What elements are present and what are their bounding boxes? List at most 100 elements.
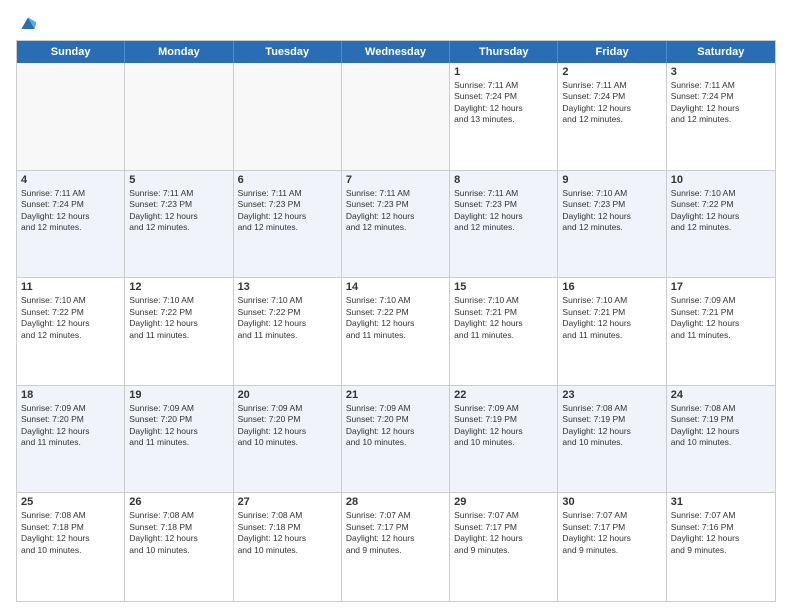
logo-icon: [18, 14, 38, 34]
calendar-cell-day-10: 10 Sunrise: 7:10 AM Sunset: 7:22 PM Dayli…: [667, 171, 775, 278]
cell-day-info: Sunrise: 7:09 AM Sunset: 7:21 PM Dayligh…: [671, 295, 771, 341]
calendar-cell-empty: [125, 63, 233, 170]
cell-day-number: 23: [562, 389, 661, 401]
day-header-saturday: Saturday: [667, 41, 775, 63]
cell-day-number: 17: [671, 281, 771, 293]
page: SundayMondayTuesdayWednesdayThursdayFrid…: [0, 0, 792, 612]
calendar-week-2: 4Sunrise: 7:11 AM Sunset: 7:24 PM Daylig…: [17, 171, 775, 279]
calendar-cell-day-20: 20 Sunrise: 7:09 AM Sunset: 7:20 PM Dayli…: [234, 386, 342, 493]
day-header-tuesday: Tuesday: [234, 41, 342, 63]
cell-day-number: 27: [238, 496, 337, 508]
calendar-week-4: 18 Sunrise: 7:09 AM Sunset: 7:20 PM Dayli…: [17, 386, 775, 494]
cell-day-info: Sunrise: 7:10 AM Sunset: 7:22 PM Dayligh…: [346, 295, 445, 341]
calendar-cell-day-13: 13 Sunrise: 7:10 AM Sunset: 7:22 PM Dayli…: [234, 278, 342, 385]
cell-day-number: 26: [129, 496, 228, 508]
calendar-cell-day-11: 11Sunrise: 7:10 AM Sunset: 7:22 PM Dayli…: [17, 278, 125, 385]
calendar-cell-day-19: 19 Sunrise: 7:09 AM Sunset: 7:20 PM Dayli…: [125, 386, 233, 493]
calendar-cell-day-18: 18 Sunrise: 7:09 AM Sunset: 7:20 PM Dayli…: [17, 386, 125, 493]
cell-day-number: 19: [129, 389, 228, 401]
cell-day-number: 30: [562, 496, 661, 508]
calendar-cell-day-27: 27 Sunrise: 7:08 AM Sunset: 7:18 PM Dayli…: [234, 493, 342, 601]
cell-day-number: 15: [454, 281, 553, 293]
cell-day-info: Sunrise: 7:08 AM Sunset: 7:19 PM Dayligh…: [671, 403, 771, 449]
calendar-cell-day-4: 4Sunrise: 7:11 AM Sunset: 7:24 PM Daylig…: [17, 171, 125, 278]
day-header-thursday: Thursday: [450, 41, 558, 63]
cell-day-info: Sunrise: 7:09 AM Sunset: 7:20 PM Dayligh…: [346, 403, 445, 449]
cell-day-info: Sunrise: 7:11 AM Sunset: 7:24 PM Dayligh…: [454, 80, 553, 126]
cell-day-number: 2: [562, 66, 661, 78]
day-header-wednesday: Wednesday: [342, 41, 450, 63]
cell-day-number: 29: [454, 496, 553, 508]
calendar-cell-day-2: 2Sunrise: 7:11 AM Sunset: 7:24 PM Daylig…: [558, 63, 666, 170]
cell-day-info: Sunrise: 7:10 AM Sunset: 7:22 PM Dayligh…: [238, 295, 337, 341]
cell-day-number: 13: [238, 281, 337, 293]
cell-day-info: Sunrise: 7:07 AM Sunset: 7:17 PM Dayligh…: [454, 510, 553, 556]
cell-day-info: Sunrise: 7:10 AM Sunset: 7:22 PM Dayligh…: [671, 188, 771, 234]
cell-day-info: Sunrise: 7:08 AM Sunset: 7:18 PM Dayligh…: [238, 510, 337, 556]
cell-day-number: 20: [238, 389, 337, 401]
cell-day-info: Sunrise: 7:07 AM Sunset: 7:16 PM Dayligh…: [671, 510, 771, 556]
calendar-week-3: 11Sunrise: 7:10 AM Sunset: 7:22 PM Dayli…: [17, 278, 775, 386]
cell-day-number: 9: [562, 174, 661, 186]
calendar-cell-day-8: 8 Sunrise: 7:11 AM Sunset: 7:23 PM Daylig…: [450, 171, 558, 278]
calendar-cell-day-26: 26 Sunrise: 7:08 AM Sunset: 7:18 PM Dayli…: [125, 493, 233, 601]
calendar-cell-day-28: 28Sunrise: 7:07 AM Sunset: 7:17 PM Dayli…: [342, 493, 450, 601]
calendar-cell-day-9: 9 Sunrise: 7:10 AM Sunset: 7:23 PM Daylig…: [558, 171, 666, 278]
cell-day-info: Sunrise: 7:09 AM Sunset: 7:20 PM Dayligh…: [238, 403, 337, 449]
cell-day-info: Sunrise: 7:11 AM Sunset: 7:23 PM Dayligh…: [346, 188, 445, 234]
header: [16, 16, 776, 32]
calendar-cell-day-22: 22Sunrise: 7:09 AM Sunset: 7:19 PM Dayli…: [450, 386, 558, 493]
calendar-cell-day-23: 23Sunrise: 7:08 AM Sunset: 7:19 PM Dayli…: [558, 386, 666, 493]
logo: [16, 16, 38, 32]
calendar-cell-day-16: 16 Sunrise: 7:10 AM Sunset: 7:21 PM Dayli…: [558, 278, 666, 385]
cell-day-number: 28: [346, 496, 445, 508]
calendar-cell-day-24: 24 Sunrise: 7:08 AM Sunset: 7:19 PM Dayli…: [667, 386, 775, 493]
calendar-cell-day-31: 31 Sunrise: 7:07 AM Sunset: 7:16 PM Dayli…: [667, 493, 775, 601]
cell-day-info: Sunrise: 7:11 AM Sunset: 7:23 PM Dayligh…: [454, 188, 553, 234]
cell-day-number: 24: [671, 389, 771, 401]
cell-day-info: Sunrise: 7:08 AM Sunset: 7:18 PM Dayligh…: [129, 510, 228, 556]
day-header-monday: Monday: [125, 41, 233, 63]
day-header-friday: Friday: [558, 41, 666, 63]
cell-day-number: 16: [562, 281, 661, 293]
cell-day-info: Sunrise: 7:11 AM Sunset: 7:24 PM Dayligh…: [671, 80, 771, 126]
cell-day-number: 22: [454, 389, 553, 401]
calendar-cell-day-15: 15 Sunrise: 7:10 AM Sunset: 7:21 PM Dayli…: [450, 278, 558, 385]
cell-day-number: 12: [129, 281, 228, 293]
calendar-cell-day-30: 30 Sunrise: 7:07 AM Sunset: 7:17 PM Dayli…: [558, 493, 666, 601]
cell-day-number: 14: [346, 281, 445, 293]
cell-day-number: 5: [129, 174, 228, 186]
cell-day-info: Sunrise: 7:10 AM Sunset: 7:22 PM Dayligh…: [129, 295, 228, 341]
cell-day-number: 31: [671, 496, 771, 508]
cell-day-number: 25: [21, 496, 120, 508]
calendar-cell-day-12: 12 Sunrise: 7:10 AM Sunset: 7:22 PM Dayli…: [125, 278, 233, 385]
calendar-cell-day-7: 7Sunrise: 7:11 AM Sunset: 7:23 PM Daylig…: [342, 171, 450, 278]
calendar-cell-empty: [17, 63, 125, 170]
cell-day-number: 18: [21, 389, 120, 401]
cell-day-info: Sunrise: 7:08 AM Sunset: 7:18 PM Dayligh…: [21, 510, 120, 556]
calendar-cell-day-1: 1Sunrise: 7:11 AM Sunset: 7:24 PM Daylig…: [450, 63, 558, 170]
calendar-cell-day-17: 17 Sunrise: 7:09 AM Sunset: 7:21 PM Dayli…: [667, 278, 775, 385]
calendar-cell-day-25: 25 Sunrise: 7:08 AM Sunset: 7:18 PM Dayli…: [17, 493, 125, 601]
cell-day-info: Sunrise: 7:10 AM Sunset: 7:21 PM Dayligh…: [562, 295, 661, 341]
cell-day-info: Sunrise: 7:07 AM Sunset: 7:17 PM Dayligh…: [562, 510, 661, 556]
cell-day-info: Sunrise: 7:09 AM Sunset: 7:20 PM Dayligh…: [129, 403, 228, 449]
cell-day-number: 8: [454, 174, 553, 186]
calendar: SundayMondayTuesdayWednesdayThursdayFrid…: [16, 40, 776, 602]
calendar-body: 1Sunrise: 7:11 AM Sunset: 7:24 PM Daylig…: [17, 63, 775, 601]
cell-day-number: 3: [671, 66, 771, 78]
cell-day-number: 21: [346, 389, 445, 401]
cell-day-info: Sunrise: 7:10 AM Sunset: 7:22 PM Dayligh…: [21, 295, 120, 341]
cell-day-info: Sunrise: 7:09 AM Sunset: 7:20 PM Dayligh…: [21, 403, 120, 449]
cell-day-number: 10: [671, 174, 771, 186]
calendar-cell-empty: [342, 63, 450, 170]
calendar-cell-day-29: 29 Sunrise: 7:07 AM Sunset: 7:17 PM Dayli…: [450, 493, 558, 601]
calendar-week-1: 1Sunrise: 7:11 AM Sunset: 7:24 PM Daylig…: [17, 63, 775, 171]
calendar-cell-day-21: 21 Sunrise: 7:09 AM Sunset: 7:20 PM Dayli…: [342, 386, 450, 493]
calendar-cell-day-14: 14 Sunrise: 7:10 AM Sunset: 7:22 PM Dayli…: [342, 278, 450, 385]
calendar-week-5: 25 Sunrise: 7:08 AM Sunset: 7:18 PM Dayli…: [17, 493, 775, 601]
day-header-sunday: Sunday: [17, 41, 125, 63]
cell-day-info: Sunrise: 7:10 AM Sunset: 7:23 PM Dayligh…: [562, 188, 661, 234]
cell-day-info: Sunrise: 7:10 AM Sunset: 7:21 PM Dayligh…: [454, 295, 553, 341]
cell-day-info: Sunrise: 7:11 AM Sunset: 7:23 PM Dayligh…: [238, 188, 337, 234]
